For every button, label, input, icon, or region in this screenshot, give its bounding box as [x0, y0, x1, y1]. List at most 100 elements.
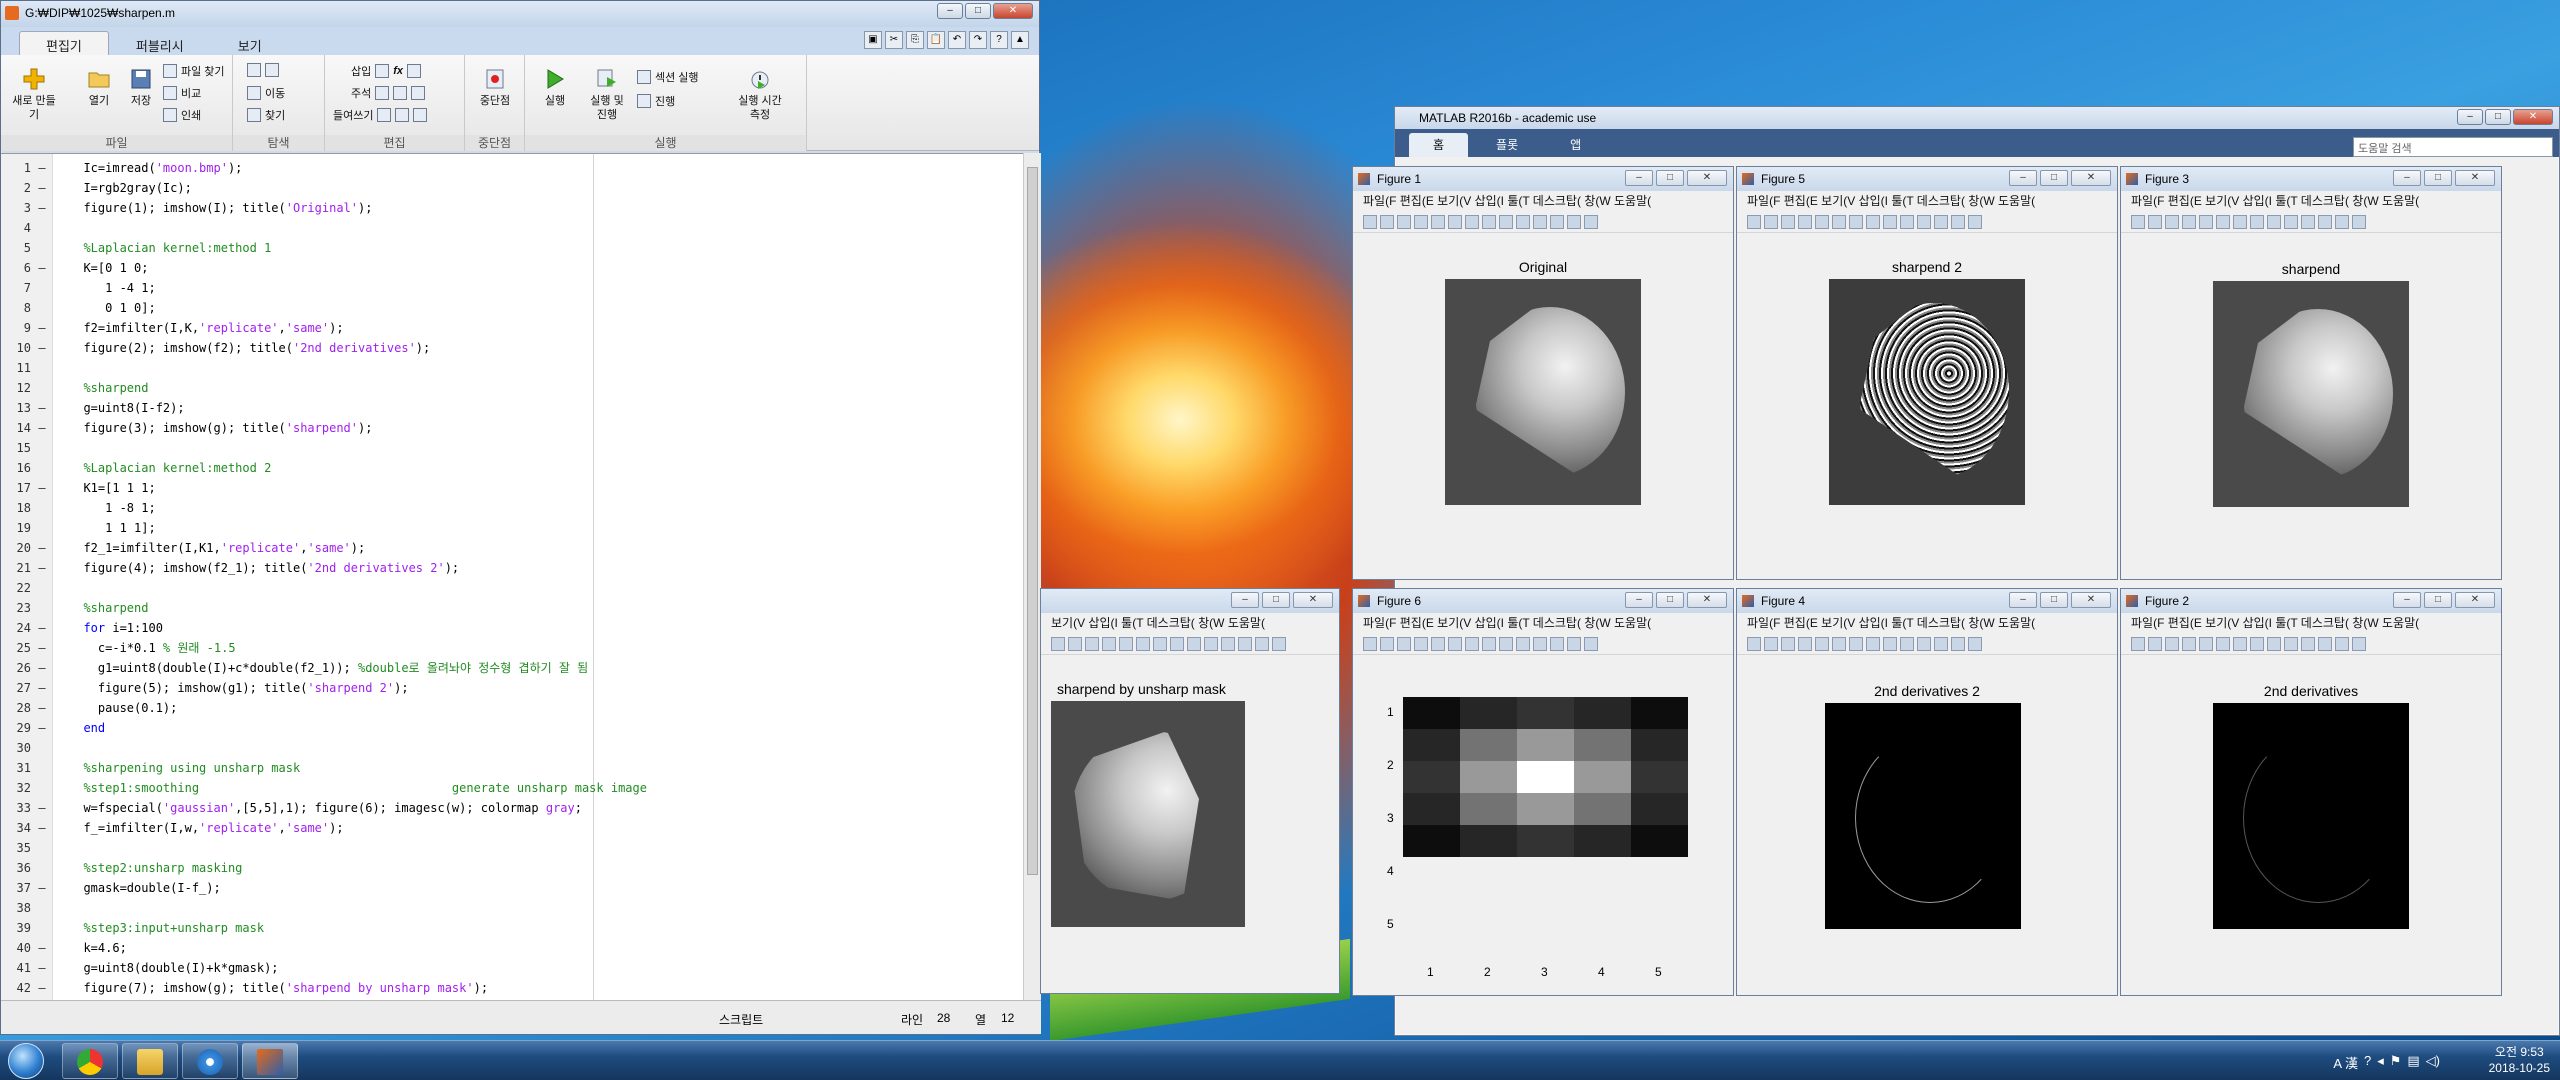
figure-tool-icon[interactable] — [2284, 636, 2298, 651]
code-line[interactable]: 39 %step3:input+unsharp mask — [1, 918, 1023, 938]
code-line[interactable]: 22 — [1, 578, 1023, 598]
maximize-button[interactable]: □ — [2040, 170, 2068, 186]
maximize-button[interactable]: □ — [1262, 592, 1290, 608]
figure-7-window[interactable]: – □ ✕ 보기(V 삽입(I 툴(T 데스크탑( 창(W 도움말( sharpen… — [1040, 588, 1340, 994]
taskbar-internet-explorer[interactable] — [182, 1043, 238, 1079]
close-button[interactable]: ✕ — [1687, 592, 1727, 608]
close-button[interactable]: ✕ — [2455, 170, 2495, 186]
help-icon[interactable]: ? — [2364, 1053, 2371, 1072]
figure-tool-icon[interactable] — [2335, 214, 2349, 229]
figure-menubar[interactable]: 파일(F 편집(E 보기(V 삽입(I 툴(T 데스크탑( 창(W 도움말( — [1353, 613, 1733, 633]
print-button[interactable]: 인쇄 — [163, 107, 201, 123]
tab-editor[interactable]: 편집기 — [19, 31, 109, 55]
figure-tool-icon[interactable] — [1951, 636, 1965, 651]
figure-tool-icon[interactable] — [2318, 214, 2332, 229]
figure-tool-icon[interactable] — [2165, 214, 2179, 229]
figure-1-window[interactable]: Figure 1 – □ ✕ 파일(F 편집(E 보기(V 삽입(I 툴(T 데스크탑… — [1352, 166, 1734, 580]
code-line[interactable]: 3– figure(1); imshow(I); title('Original… — [1, 198, 1023, 218]
figure-tool-icon[interactable] — [1397, 214, 1411, 229]
figure-3-window[interactable]: Figure 3 – □ ✕ 파일(F 편집(E 보기(V 삽입(I 툴(T 데스크탑… — [2120, 166, 2502, 580]
figure-tool-icon[interactable] — [2148, 636, 2162, 651]
breakpoint-marker[interactable]: – — [31, 698, 53, 718]
code-editor[interactable]: 1– Ic=imread('moon.bmp'); 2– I=rgb2gray(I… — [1, 153, 1023, 1001]
close-button[interactable]: ✕ — [1687, 170, 1727, 186]
breakpoint-marker[interactable]: – — [31, 478, 53, 498]
code-line[interactable]: 21– figure(4); imshow(f2_1); title('2nd … — [1, 558, 1023, 578]
flag-icon[interactable]: ⚑ — [2390, 1053, 2402, 1072]
figure-tool-icon[interactable] — [1917, 636, 1931, 651]
figure-tool-icon[interactable] — [1798, 214, 1812, 229]
code-line[interactable]: 27– figure(5); imshow(g1); title('sharpe… — [1, 678, 1023, 698]
close-button[interactable]: ✕ — [2455, 592, 2495, 608]
code-line[interactable]: 18 1 -8 1; — [1, 498, 1023, 518]
figure-tool-icon[interactable] — [1380, 636, 1394, 651]
breakpoint-marker[interactable]: – — [31, 638, 53, 658]
figure-tool-icon[interactable] — [1951, 214, 1965, 229]
figure-2-window[interactable]: Figure 2 – □ ✕ 파일(F 편집(E 보기(V 삽입(I 툴(T 데스크탑… — [2120, 588, 2502, 996]
code-line[interactable]: 9– f2=imfilter(I,K,'replicate','same'); — [1, 318, 1023, 338]
breakpoint-marker[interactable]: – — [31, 398, 53, 418]
figure-tool-icon[interactable] — [1584, 214, 1598, 229]
run-and-advance-button[interactable]: 실행 및 진행 — [581, 67, 633, 122]
figure-tool-icon[interactable] — [1414, 214, 1428, 229]
figure-tool-icon[interactable] — [1516, 636, 1530, 651]
code-line[interactable]: 17– K1=[1 1 1; — [1, 478, 1023, 498]
code-line[interactable]: 16 %Laplacian kernel:method 2 — [1, 458, 1023, 478]
new-button[interactable]: 새로 만들기 — [9, 67, 59, 122]
figure-menubar[interactable]: 파일(F 편집(E 보기(V 삽입(I 툴(T 데스크탑( 창(W 도움말( — [2121, 191, 2501, 211]
find-files-button[interactable]: 파일 찾기 — [163, 63, 225, 79]
figure-tool-icon[interactable] — [1051, 636, 1065, 651]
back-forward-buttons[interactable] — [247, 63, 279, 77]
code-line[interactable]: 42– figure(7); imshow(g); title('sharpen… — [1, 978, 1023, 998]
figure-tool-icon[interactable] — [2131, 214, 2145, 229]
figure-tool-icon[interactable] — [1849, 214, 1863, 229]
figure-tool-icon[interactable] — [1102, 636, 1116, 651]
breakpoint-marker[interactable]: – — [31, 878, 53, 898]
save-icon[interactable]: ▣ — [864, 31, 882, 49]
figure-tool-icon[interactable] — [2352, 214, 2366, 229]
figure-tool-icon[interactable] — [1414, 636, 1428, 651]
minimize-button[interactable]: – — [1231, 592, 1259, 608]
code-line[interactable]: 14– figure(3); imshow(g); title('sharpen… — [1, 418, 1023, 438]
arrow-icon[interactable]: ◂ — [2377, 1053, 2384, 1072]
figure-tool-icon[interactable] — [1832, 214, 1846, 229]
minimize-button[interactable]: – — [2009, 592, 2037, 608]
figure-tool-icon[interactable] — [1866, 214, 1880, 229]
code-line[interactable]: 38 — [1, 898, 1023, 918]
undo-icon[interactable]: ↶ — [948, 31, 966, 49]
figure-tool-icon[interactable] — [2250, 214, 2264, 229]
figure-tool-icon[interactable] — [2131, 636, 2145, 651]
breakpoint-marker[interactable]: – — [31, 938, 53, 958]
figure-toolbar[interactable] — [1737, 633, 2117, 655]
breakpoint-marker[interactable]: – — [31, 538, 53, 558]
code-line[interactable]: 8 0 1 0]; — [1, 298, 1023, 318]
figure-tool-icon[interactable] — [1397, 636, 1411, 651]
code-line[interactable]: 12 %sharpend — [1, 378, 1023, 398]
figure-tool-icon[interactable] — [1934, 214, 1948, 229]
figure-tool-icon[interactable] — [2352, 636, 2366, 651]
code-line[interactable]: 35 — [1, 838, 1023, 858]
code-line[interactable]: 31 %sharpening using unsharp mask — [1, 758, 1023, 778]
tab-plots[interactable]: 플롯 — [1472, 133, 1542, 157]
figure-tool-icon[interactable] — [1934, 636, 1948, 651]
paste-icon[interactable]: 📋 — [927, 31, 945, 49]
figure-menubar[interactable]: 파일(F 편집(E 보기(V 삽입(I 툴(T 데스크탑( 창(W 도움말( — [1353, 191, 1733, 211]
figure-tool-icon[interactable] — [1550, 636, 1564, 651]
figure-tool-icon[interactable] — [2233, 214, 2247, 229]
figure-tool-icon[interactable] — [1380, 214, 1394, 229]
figure-tool-icon[interactable] — [1499, 636, 1513, 651]
figure-6-window[interactable]: Figure 6 – □ ✕ 파일(F 편집(E 보기(V 삽입(I 툴(T 데스크탑… — [1352, 588, 1734, 996]
figure-tool-icon[interactable] — [1465, 214, 1479, 229]
code-line[interactable]: 36 %step2:unsharp masking — [1, 858, 1023, 878]
indent-button[interactable]: 들여쓰기 — [333, 107, 428, 123]
code-line[interactable]: 28– pause(0.1); — [1, 698, 1023, 718]
minimize-button[interactable]: – — [1625, 170, 1653, 186]
code-line[interactable]: 33– w=fspecial('gaussian',[5,5],1); figu… — [1, 798, 1023, 818]
figure-toolbar[interactable] — [1353, 211, 1733, 233]
breakpoint-marker[interactable]: – — [31, 198, 53, 218]
maximize-button[interactable]: □ — [2485, 109, 2511, 125]
figure-tool-icon[interactable] — [1798, 636, 1812, 651]
minimize-button[interactable]: – — [2393, 592, 2421, 608]
code-line[interactable]: 2– I=rgb2gray(Ic); — [1, 178, 1023, 198]
figure-tool-icon[interactable] — [2216, 636, 2230, 651]
